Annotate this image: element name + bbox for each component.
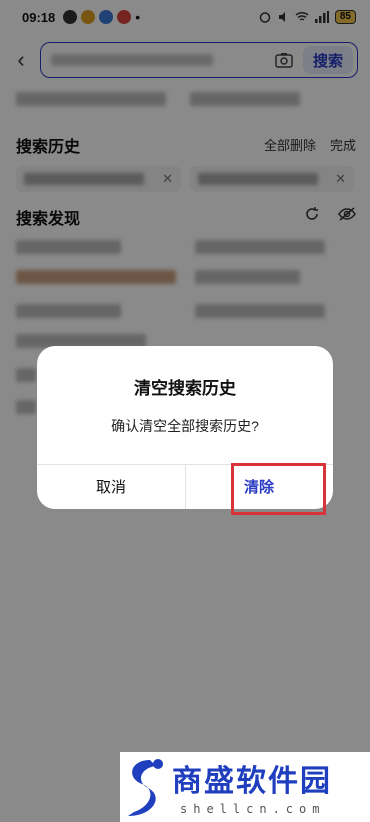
watermark: 商盛软件园 shellcn.com xyxy=(120,752,370,822)
dialog-message: 确认清空全部搜索历史? xyxy=(111,418,259,434)
cancel-button[interactable]: 取消 xyxy=(37,464,185,509)
brand-logo-icon xyxy=(128,759,163,816)
dialog-title: 清空搜索历史 xyxy=(134,379,236,398)
watermark-domain: shellcn.com xyxy=(180,802,326,816)
highlight-annotation xyxy=(231,463,326,515)
watermark-brand: 商盛软件园 xyxy=(172,765,332,798)
